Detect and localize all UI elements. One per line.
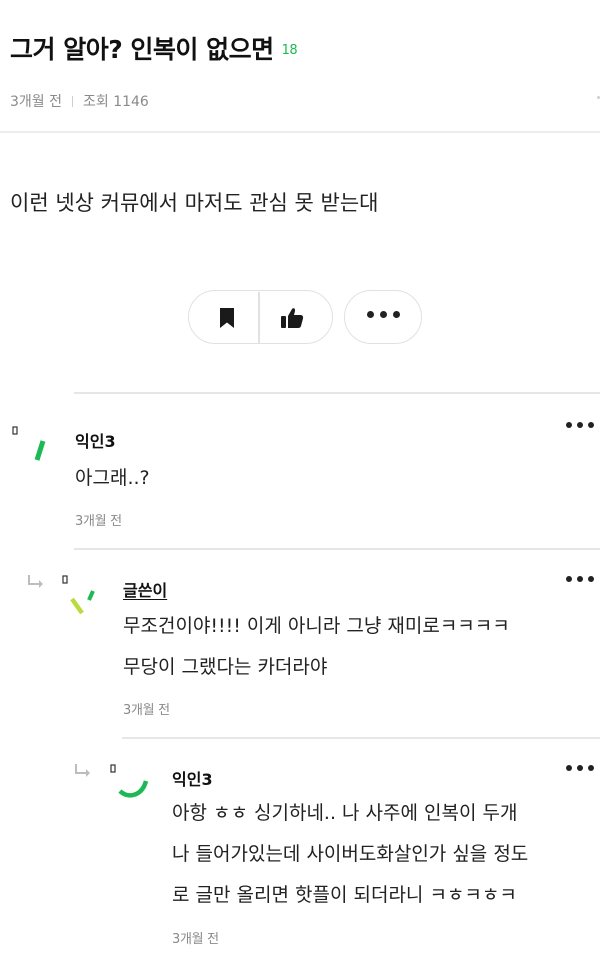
avatar-icon (12, 426, 46, 461)
avatar[interactable] (12, 424, 46, 461)
post-views: 조회 1146 (83, 94, 149, 110)
bookmark-button[interactable] (218, 307, 236, 329)
post-title: 그거 알아? 인복이 없으면 18 (10, 30, 298, 66)
comment-time: 3개월 전 (75, 514, 122, 529)
comment-text-line: 로 글만 올리면 핫플이 되더라니 ㅋㅎㅋㅎㅋ (172, 884, 517, 906)
post-body: 이런 넷상 커뮤에서 마저도 관심 못 받는대 (10, 191, 379, 215)
comment-nickname[interactable]: 익인3 (172, 766, 213, 790)
avatar[interactable] (62, 574, 95, 615)
more-horizontal-icon (345, 311, 421, 318)
comment-more-button[interactable] (563, 765, 596, 771)
meta-divider (72, 96, 73, 107)
reply-arrow-icon (28, 574, 44, 588)
comment-divider (74, 392, 600, 394)
comment-divider (74, 548, 600, 550)
bookmark-icon (220, 308, 234, 328)
comment-more-button[interactable] (563, 576, 596, 582)
comment-time: 3개월 전 (123, 703, 170, 718)
avatar-icon (110, 764, 149, 798)
avatar-icon (62, 575, 95, 615)
comment-text-line: 무당이 그랬다는 카더라야 (123, 656, 328, 678)
comment-text-line: 아항 ㅎㅎ 싱기하네.. 나 사주에 인복이 두개 (172, 802, 518, 824)
post-time: 3개월 전 (10, 94, 62, 110)
comment-time: 3개월 전 (172, 932, 219, 947)
header-divider (0, 131, 600, 133)
comment-more-button[interactable] (563, 422, 596, 428)
post-meta: 3개월 전 조회 1146 (10, 91, 149, 111)
comment-nickname[interactable]: 글쓴이 (123, 577, 167, 601)
comment-text: 아그래..? (75, 467, 150, 489)
post-title-text: 그거 알아? 인복이 없으면 (10, 35, 274, 64)
comment-divider (122, 737, 600, 739)
comment-text-line: 나 들어가있는데 사이버도화살인가 싶을 정도 (172, 843, 529, 865)
thumbs-up-icon (281, 308, 304, 328)
comment-nickname[interactable]: 익인3 (75, 428, 116, 452)
comment-count-badge[interactable]: 18 (282, 43, 298, 58)
comment-text-line: 무조건이야!!!! 이게 아니라 그냥 재미로ㅋㅋㅋㅋ (123, 615, 510, 637)
like-button[interactable] (280, 307, 304, 329)
avatar[interactable] (110, 763, 149, 798)
action-pill-divider (258, 292, 260, 344)
action-pill (188, 290, 333, 344)
post-more-button[interactable] (344, 290, 422, 344)
reply-arrow-icon (75, 763, 91, 777)
